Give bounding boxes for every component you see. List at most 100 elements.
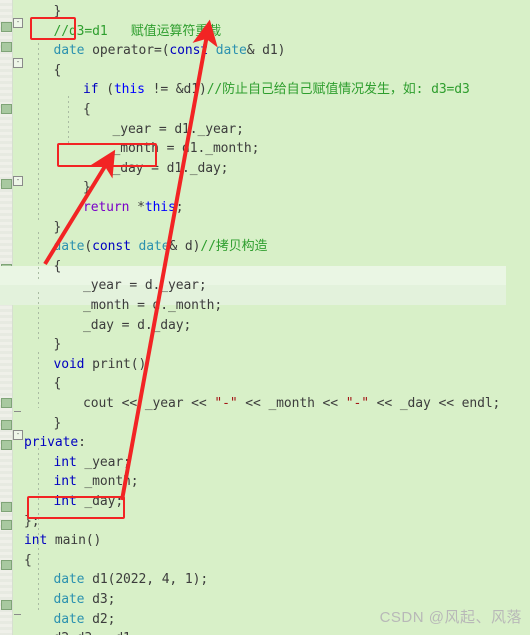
- gutter-change-mark: [1, 420, 12, 430]
- code-token: //拷贝构造: [200, 239, 268, 255]
- code-line[interactable]: return *this;: [24, 198, 184, 218]
- code-token: & d): [169, 239, 201, 255]
- code-token: _month = d1._month;: [112, 141, 260, 157]
- code-token: int: [53, 494, 77, 509]
- code-line[interactable]: //d3=d1 赋值运算符重载: [24, 22, 222, 42]
- code-token: {: [83, 102, 91, 117]
- code-line[interactable]: {: [24, 61, 62, 81]
- code-token: int: [24, 533, 48, 549]
- code-line[interactable]: {: [24, 100, 91, 120]
- code-token: {: [53, 258, 62, 274]
- gutter-texture: [0, 0, 12, 635]
- gutter-change-mark: [1, 104, 12, 114]
- code-token: //d3=d1 赋值运算符重载: [53, 23, 222, 39]
- code-token: main(): [47, 533, 102, 549]
- code-token: date: [53, 611, 85, 627]
- code-line[interactable]: {: [24, 551, 32, 571]
- code-token: d2;: [84, 611, 116, 627]
- code-token: }: [53, 4, 62, 19]
- code-line[interactable]: int _month;: [24, 472, 139, 492]
- code-token: date: [215, 43, 247, 59]
- code-line[interactable]: cout << _year << "-" << _month << "-" <<…: [24, 394, 500, 414]
- code-line[interactable]: }: [24, 178, 91, 198]
- code-line[interactable]: int _year;: [24, 453, 131, 473]
- code-line[interactable]: d2=d3 = d1;: [24, 629, 139, 635]
- code-token: cout << _year <<: [83, 396, 215, 411]
- code-token: << _day << endl;: [368, 396, 501, 411]
- code-token: d3;: [84, 592, 116, 607]
- code-token: date: [53, 572, 85, 588]
- code-line[interactable]: _year = d._year;: [24, 276, 207, 296]
- code-token: const: [169, 43, 209, 59]
- code-line[interactable]: _month = d._month;: [24, 296, 222, 316]
- code-line[interactable]: date d1(2022, 4, 1);: [24, 570, 209, 590]
- code-token: this: [113, 82, 145, 98]
- fold-toggle-icon[interactable]: -: [13, 430, 23, 440]
- code-token: if: [83, 82, 99, 98]
- code-token: }: [53, 337, 62, 353]
- code-line[interactable]: _day = d1._day;: [24, 159, 229, 179]
- code-token: _day = d1._day;: [112, 160, 229, 176]
- code-token: date: [53, 592, 85, 607]
- code-editor-screenshot: ----- }//d3=d1 赋值运算符重载date operator=(con…: [0, 0, 530, 635]
- code-token: "-": [345, 396, 369, 411]
- code-token: << _month <<: [237, 396, 346, 411]
- code-token: {: [24, 552, 32, 568]
- code-token: const: [92, 239, 131, 255]
- gutter-change-mark: [1, 560, 12, 570]
- csdn-watermark: CSDN @风起、风落: [379, 609, 522, 626]
- code-token: d2=d3 = d1;: [54, 631, 139, 635]
- fold-toggle-icon[interactable]: -: [13, 58, 23, 68]
- code-line[interactable]: _month = d1._month;: [24, 139, 260, 159]
- code-token: _month;: [76, 474, 139, 490]
- fold-end-icon: [14, 614, 21, 615]
- code-token: //防止自己给自己赋值情况发生，如: d3=d3: [206, 82, 470, 98]
- code-line[interactable]: if (this != &d1)//防止自己给自己赋值情况发生，如: d3=d3: [24, 80, 470, 100]
- code-line[interactable]: void print(): [24, 355, 147, 375]
- code-token: private: [24, 435, 79, 451]
- gutter-change-mark: [1, 179, 12, 189]
- gutter-change-mark: [1, 440, 12, 450]
- code-line[interactable]: }: [24, 218, 62, 238]
- code-token: (: [98, 82, 114, 98]
- code-line[interactable]: }: [24, 335, 62, 355]
- code-token: }: [83, 180, 91, 196]
- code-token: != &d1): [144, 82, 207, 98]
- fold-toggle-icon[interactable]: -: [13, 176, 23, 186]
- code-token: (: [84, 239, 93, 255]
- gutter-change-mark: [1, 502, 12, 512]
- code-token: int: [53, 474, 77, 490]
- code-token: print(): [84, 356, 147, 372]
- code-line[interactable]: date(const date& d)//拷贝构造: [24, 237, 268, 257]
- editor-fold-column[interactable]: -----: [12, 0, 24, 635]
- code-line[interactable]: int main(): [24, 531, 101, 551]
- code-token: :: [78, 435, 86, 451]
- code-token: return: [83, 200, 130, 215]
- code-content[interactable]: }//d3=d1 赋值运算符重载 date operator=(const dat…: [24, 0, 530, 635]
- code-token: ;: [175, 200, 184, 215]
- code-token: & d1): [246, 43, 286, 59]
- code-token: operator=(: [84, 43, 170, 59]
- code-token: "-": [214, 396, 238, 411]
- code-line[interactable]: _year = d1._year;: [24, 120, 244, 140]
- code-token: _day = d._day;: [83, 317, 192, 333]
- fold-toggle-icon[interactable]: -: [13, 18, 23, 28]
- code-token: date: [53, 43, 85, 59]
- code-line[interactable]: _day = d._day;: [24, 316, 191, 336]
- code-token: _month = d._month;: [83, 298, 223, 313]
- code-line[interactable]: {: [24, 257, 62, 277]
- code-token: }: [53, 219, 62, 235]
- code-line[interactable]: date operator=(const date& d1): [24, 41, 286, 61]
- gutter-change-mark: [1, 398, 12, 408]
- code-token: void: [53, 356, 85, 372]
- code-token: _year;: [76, 454, 131, 470]
- code-token: {: [53, 62, 62, 78]
- code-line[interactable]: private:: [24, 433, 86, 453]
- fold-end-icon: [14, 411, 21, 412]
- code-line[interactable]: {: [24, 374, 62, 394]
- code-line[interactable]: }: [24, 414, 62, 434]
- gutter-change-mark: [1, 600, 12, 610]
- code-line[interactable]: }: [24, 2, 62, 22]
